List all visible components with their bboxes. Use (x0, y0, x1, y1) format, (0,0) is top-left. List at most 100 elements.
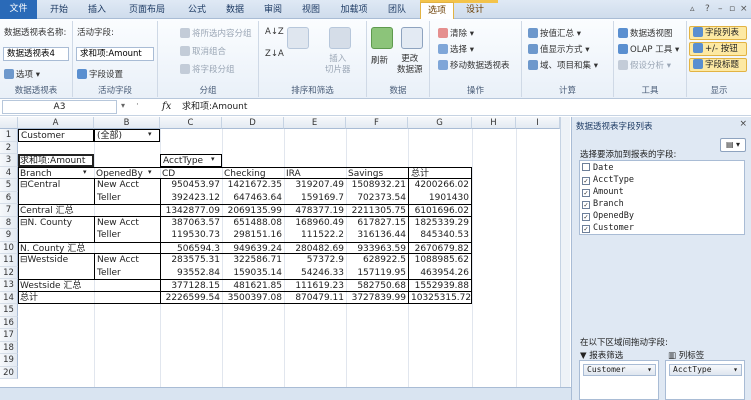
sort-za-icon[interactable]: Z↓A (265, 49, 284, 59)
row-header[interactable]: 11 (0, 254, 18, 267)
chip-dropdown-icon[interactable]: ▾ (733, 365, 738, 375)
cell-d4[interactable]: Checking (222, 166, 284, 179)
cell-f9[interactable]: 316136.44 (346, 229, 408, 242)
col-header-b[interactable]: B (94, 117, 160, 129)
cell-g12[interactable]: 463954.26 (408, 266, 472, 279)
row-header[interactable]: 8 (0, 216, 18, 229)
cell-f12[interactable]: 157119.95 (346, 267, 408, 280)
cell-e10[interactable]: 280482.69 (284, 241, 346, 254)
cell-g13[interactable]: 1552939.88 (408, 279, 472, 292)
cell-b12[interactable]: Teller (94, 266, 160, 279)
name-box-dropdown-icon[interactable]: ▾ (121, 101, 125, 110)
field-branch[interactable]: ✓ Branch (582, 199, 624, 210)
insert-slicer-icon[interactable] (329, 27, 351, 49)
row-header[interactable]: 18 (0, 341, 18, 354)
cell-b6[interactable]: Teller (94, 191, 160, 204)
col-header-d[interactable]: D (222, 117, 284, 129)
show-values-as-button[interactable]: 值显示方式 ▾ (528, 43, 589, 55)
summarize-by-button[interactable]: 按值汇总 ▾ (528, 27, 581, 39)
cell-c10[interactable]: 506594.3 (160, 241, 222, 254)
buttons-toggle[interactable]: +/- 按钮 (689, 42, 747, 56)
field-amount[interactable]: ✓ Amount (582, 187, 624, 198)
cell-g5[interactable]: 4200266.02 (408, 179, 472, 192)
cell-a14[interactable]: 总计 (18, 292, 160, 304)
sort-az-icon[interactable]: A↓Z (265, 27, 284, 37)
report-filter-area[interactable]: Customer ▾ (579, 360, 659, 400)
insert-slicer-button[interactable]: 插入 切片器 (325, 54, 351, 76)
field-accttype[interactable]: ✓ AcctType (582, 175, 634, 186)
pane-close-icon[interactable]: × (739, 119, 747, 129)
col-header-h[interactable]: H (472, 117, 516, 129)
cell-b8[interactable]: New Acct (94, 216, 160, 229)
chip-dropdown-icon[interactable]: ▾ (647, 365, 652, 375)
cell-c14[interactable]: 2226599.54 (160, 291, 222, 304)
cell-e14[interactable]: 870479.11 (284, 292, 346, 304)
row-header[interactable]: 9 (0, 229, 18, 242)
tab-addins[interactable]: 加载项 (332, 2, 376, 19)
cell-f7[interactable]: 2211305.75 (346, 204, 408, 217)
formula-content[interactable]: 求和项:Amount (182, 100, 247, 114)
cell-e12[interactable]: 54246.33 (284, 267, 346, 280)
help-icon[interactable]: ? (705, 4, 710, 14)
row-header[interactable]: 19 (0, 354, 18, 367)
tab-pivot-options[interactable]: 选项 (420, 2, 454, 19)
cell-a5[interactable]: ⊟Central (18, 179, 94, 192)
cell-f8[interactable]: 617827.15 (346, 217, 408, 230)
cell-e6[interactable]: 159169.7 (284, 192, 346, 205)
row-header[interactable]: 16 (0, 316, 18, 329)
row-header[interactable]: 5 (0, 179, 18, 192)
cell-d14[interactable]: 3500397.08 (222, 292, 284, 304)
cell-d8[interactable]: 651488.08 (222, 217, 284, 230)
checkbox-amount[interactable]: ✓ (582, 189, 590, 197)
field-customer[interactable]: ✓ Customer (582, 223, 634, 234)
row-header[interactable]: 6 (0, 191, 18, 204)
cell-d11[interactable]: 322586.71 (222, 254, 284, 267)
checkbox-accttype[interactable]: ✓ (582, 177, 590, 185)
cell-e9[interactable]: 111522.2 (284, 229, 346, 242)
cell-d7[interactable]: 2069135.99 (222, 204, 284, 217)
move-pivot-button[interactable]: 移动数据透视表 (438, 59, 510, 71)
cell-g8[interactable]: 1825339.29 (408, 216, 472, 229)
col-header-a[interactable]: A (18, 117, 94, 129)
cell-b11[interactable]: New Acct (94, 254, 160, 267)
cell-g9[interactable]: 845340.53 (408, 229, 472, 242)
cell-f5[interactable]: 1508932.21 (346, 179, 408, 192)
ungroup-button[interactable]: 取消组合 (180, 45, 226, 57)
cell-a8[interactable]: ⊟N. County (18, 217, 94, 230)
cell-c9[interactable]: 119530.73 (160, 229, 222, 242)
olap-tools-button[interactable]: OLAP 工具 ▾ (618, 43, 679, 55)
cell-a13[interactable]: Westside 汇总 (18, 279, 160, 292)
active-field-input[interactable]: 求和项:Amount (76, 47, 154, 61)
row-header[interactable]: 14 (0, 291, 18, 304)
branch-dropdown-icon[interactable]: ▾ (83, 168, 87, 176)
checkbox-date[interactable] (582, 163, 590, 171)
fields-items-sets-button[interactable]: 域、项目和集 ▾ (528, 59, 598, 71)
insert-function-icon[interactable]: fx (162, 101, 171, 112)
cell-f10[interactable]: 933963.59 (346, 241, 408, 254)
checkbox-customer[interactable]: ✓ (582, 225, 590, 233)
cell-e13[interactable]: 111619.23 (284, 279, 346, 292)
cell-d9[interactable]: 298151.16 (222, 229, 284, 242)
row-header[interactable]: 15 (0, 304, 18, 317)
row-header[interactable]: 3 (0, 154, 18, 167)
row-header[interactable]: 2 (0, 141, 18, 154)
cell-c5[interactable]: 950453.97 (160, 179, 222, 192)
vertical-scrollbar[interactable] (560, 117, 570, 387)
select-all-corner[interactable] (0, 117, 18, 129)
cell-c13[interactable]: 377128.15 (160, 279, 222, 292)
row-header[interactable]: 10 (0, 241, 18, 254)
col-header-f[interactable]: F (346, 117, 408, 129)
cell-c12[interactable]: 93552.84 (160, 266, 222, 279)
tab-view[interactable]: 视图 (294, 2, 328, 19)
field-headers-toggle[interactable]: 字段标题 (689, 58, 747, 72)
name-box[interactable]: A3 (2, 100, 117, 114)
row-header[interactable]: 20 (0, 366, 18, 379)
openedby-dropdown-icon[interactable]: ▾ (148, 168, 152, 176)
cell-d6[interactable]: 647463.64 (222, 192, 284, 205)
options-button[interactable]: 选项 ▾ (4, 68, 40, 80)
tab-page-layout[interactable]: 页面布局 (118, 2, 176, 19)
what-if-button[interactable]: 假设分析 ▾ (618, 59, 671, 71)
tab-home[interactable]: 开始 (42, 2, 76, 19)
report-filter-chip[interactable]: Customer ▾ (583, 364, 656, 376)
row-header[interactable]: 13 (0, 279, 18, 292)
